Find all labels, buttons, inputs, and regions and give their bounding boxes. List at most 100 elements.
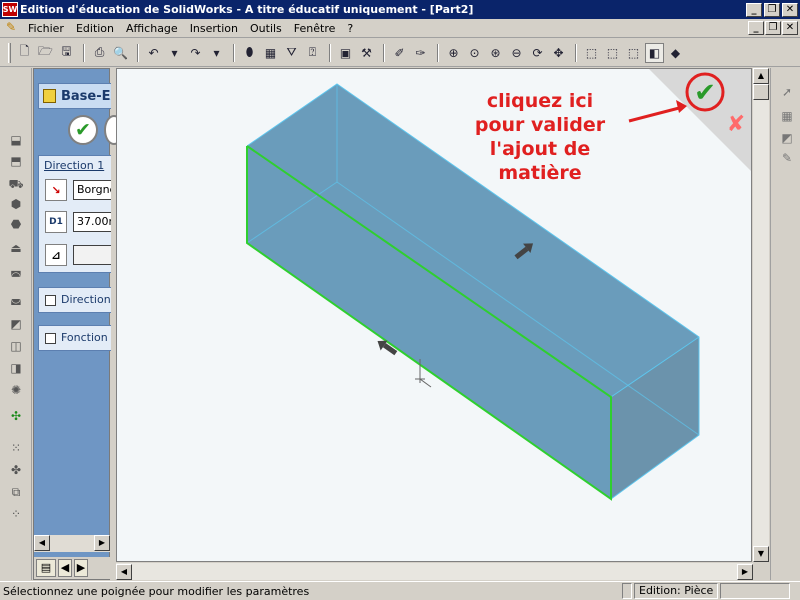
property-manager: Base-Extrusion ✔ Direction 1 ↘ Borgne D1… — [33, 68, 124, 580]
doc-minimize-button[interactable]: _ — [748, 21, 764, 35]
shaded-edges-icon[interactable]: ◧ — [645, 42, 664, 63]
undo-dropdown-icon[interactable]: ▾ — [165, 43, 184, 63]
instant3d-icon[interactable]: ✣ — [7, 408, 25, 424]
move-view-icon[interactable]: ✥ — [549, 43, 568, 63]
chamfer-icon[interactable]: ◛ — [7, 290, 25, 306]
fillet-icon[interactable]: ◚ — [7, 268, 25, 284]
wireframe-icon[interactable]: ⬚ — [582, 43, 601, 63]
standard-toolbar: 🗋 🗁 🖫 ⎙ 🔍 ↶ ▾ ↷ ▾ ⬮ ▦ ⛛ ⍰ ▣ ⚒ ✐ ✑ ⊕ ⊙ ⊛ … — [0, 39, 800, 67]
thin-feature-title[interactable]: Fonction mince — [61, 331, 111, 344]
redo-dropdown-icon[interactable]: ▾ — [207, 43, 226, 63]
reverse-direction-icon[interactable]: ↘ — [45, 179, 67, 201]
pm-scroll-right-icon[interactable]: ▶ — [94, 535, 110, 551]
menu-edition[interactable]: Edition — [70, 22, 120, 35]
viewport-vertical-scrollbar[interactable]: ▲ ▼ — [753, 68, 769, 562]
document-menu-icon[interactable]: ✎ — [2, 20, 20, 36]
scroll-down-icon[interactable]: ▼ — [753, 546, 769, 562]
pan-view-icon[interactable]: ✐ — [390, 43, 409, 63]
hscroll-left-icon[interactable]: ◀ — [116, 563, 132, 580]
menu-affichage[interactable]: Affichage — [120, 22, 184, 35]
pm-scroll-left-icon[interactable]: ◀ — [34, 535, 50, 551]
zoom-fit-icon[interactable]: ⊕ — [444, 43, 463, 63]
depth-icon: D1 — [45, 211, 67, 233]
zoom-in-out-icon[interactable]: ⊛ — [486, 43, 505, 63]
menu-fichier[interactable]: Fichier — [22, 22, 70, 35]
annotation-text: cliquez ici pour valider l'ajout de mati… — [440, 89, 640, 185]
doc-close-button[interactable]: ✕ — [782, 21, 798, 35]
sweep-icon[interactable]: ⛟ — [7, 176, 25, 192]
revolve-icon[interactable]: ⬒ — [7, 153, 25, 169]
shell-icon[interactable]: ◫ — [7, 338, 25, 354]
print-icon[interactable]: ⎙ — [90, 43, 109, 63]
minimize-button[interactable]: _ — [746, 2, 762, 17]
open-file-icon[interactable]: 🗁 — [36, 43, 55, 63]
hidden-lines-icon[interactable]: ⬚ — [603, 43, 622, 63]
loft-icon[interactable]: ⬢ — [7, 196, 25, 212]
options-icon[interactable]: ▣ — [336, 43, 355, 63]
status-bar: Sélectionnez une poignée pour modifier l… — [0, 581, 800, 600]
rib-icon[interactable]: ◩ — [7, 316, 25, 332]
menu-outils[interactable]: Outils — [244, 22, 288, 35]
scroll-up-icon[interactable]: ▲ — [753, 68, 769, 84]
accept-check-icon[interactable]: ✔ — [694, 78, 716, 108]
cut-extrude-icon[interactable]: ⬣ — [7, 216, 25, 232]
extrude-icon[interactable]: ⬓ — [7, 132, 25, 148]
pm-scrollbar[interactable]: ◀ ▶ — [34, 535, 110, 552]
selection-filter-icon[interactable]: ⛛ — [282, 43, 301, 63]
new-file-icon[interactable]: 🗋 — [15, 43, 34, 63]
zoom-out-icon[interactable]: ⊖ — [507, 43, 526, 63]
pm-ok-button[interactable]: ✔ — [68, 115, 98, 145]
rebuild-icon[interactable]: ⬮ — [240, 43, 259, 63]
feature-manager-tab-icon[interactable]: ▤ — [36, 559, 56, 577]
annotation-line-1: cliquez ici — [486, 90, 594, 112]
end-condition-select[interactable]: Borgne — [73, 180, 111, 200]
direction2-checkbox[interactable] — [45, 295, 56, 306]
undo-icon[interactable]: ↶ — [144, 43, 163, 63]
split-handle-icon[interactable] — [753, 84, 769, 100]
zoom-selection-icon[interactable]: ✑ — [411, 43, 430, 63]
whats-this-icon[interactable]: ⍰ — [303, 43, 322, 63]
menu-insertion[interactable]: Insertion — [184, 22, 244, 35]
redo-icon[interactable]: ↷ — [186, 43, 205, 63]
select-arrow-icon[interactable]: ➚ — [779, 84, 795, 100]
sketch-grid-icon[interactable]: ▦ — [779, 108, 795, 124]
pencil-icon[interactable]: ✎ — [779, 150, 795, 166]
tab-scroll-right-icon[interactable]: ▶ — [74, 559, 88, 577]
graphics-viewport[interactable]: ✔ ✘ cliquez ici pour valider l'ajout de … — [116, 68, 752, 562]
maximize-button[interactable]: ❐ — [764, 2, 780, 17]
grid-icon[interactable]: ▦ — [261, 43, 280, 63]
sketch-icon[interactable]: ◩ — [779, 130, 795, 146]
shaded-icon[interactable]: ◆ — [666, 43, 685, 63]
linear-pattern-icon[interactable]: ⁙ — [7, 440, 25, 456]
depth-input[interactable]: 37.00mm — [73, 212, 111, 232]
menu-help[interactable]: ? — [341, 22, 359, 35]
viewport-graphics[interactable]: ✔ ✘ — [117, 69, 752, 562]
hidden-lines-removed-icon[interactable]: ⬚ — [624, 43, 643, 63]
close-button[interactable]: ✕ — [782, 2, 798, 17]
direction1-title[interactable]: Direction 1 — [44, 159, 104, 172]
hole-wizard-icon[interactable]: ✺ — [7, 382, 25, 398]
hscroll-right-icon[interactable]: ▶ — [737, 563, 753, 580]
draft-icon[interactable]: ◨ — [7, 360, 25, 376]
thin-feature-checkbox[interactable] — [45, 333, 56, 344]
draft-toggle-icon[interactable]: ⊿ — [45, 244, 67, 266]
wrench-icon[interactable]: ⚒ — [357, 43, 376, 63]
toolbar-grip[interactable] — [8, 42, 11, 63]
circular-pattern-icon[interactable]: ✤ — [7, 462, 25, 478]
mirror-icon[interactable]: ⧉ — [7, 484, 25, 500]
reference-geometry-icon[interactable]: ⁘ — [7, 506, 25, 522]
direction2-title[interactable]: Direction 2 — [61, 293, 111, 306]
zoom-area-icon[interactable]: ⊙ — [465, 43, 484, 63]
cancel-x-icon[interactable]: ✘ — [727, 112, 745, 137]
thin-feature-group: Fonction mince — [38, 325, 111, 351]
viewport-horizontal-scrollbar[interactable]: ◀ ▶ — [116, 563, 753, 580]
save-icon[interactable]: 🖫 — [57, 43, 76, 63]
draft-angle-input[interactable] — [73, 245, 111, 265]
cut-revolve-icon[interactable]: ⏏ — [7, 240, 25, 256]
menu-fenetre[interactable]: Fenêtre — [288, 22, 342, 35]
print-preview-icon[interactable]: 🔍 — [111, 43, 130, 63]
direction2-group: Direction 2 — [38, 287, 111, 313]
tab-scroll-left-icon[interactable]: ◀ — [58, 559, 72, 577]
doc-restore-button[interactable]: ❐ — [765, 21, 781, 35]
rotate-view-icon[interactable]: ⟳ — [528, 43, 547, 63]
